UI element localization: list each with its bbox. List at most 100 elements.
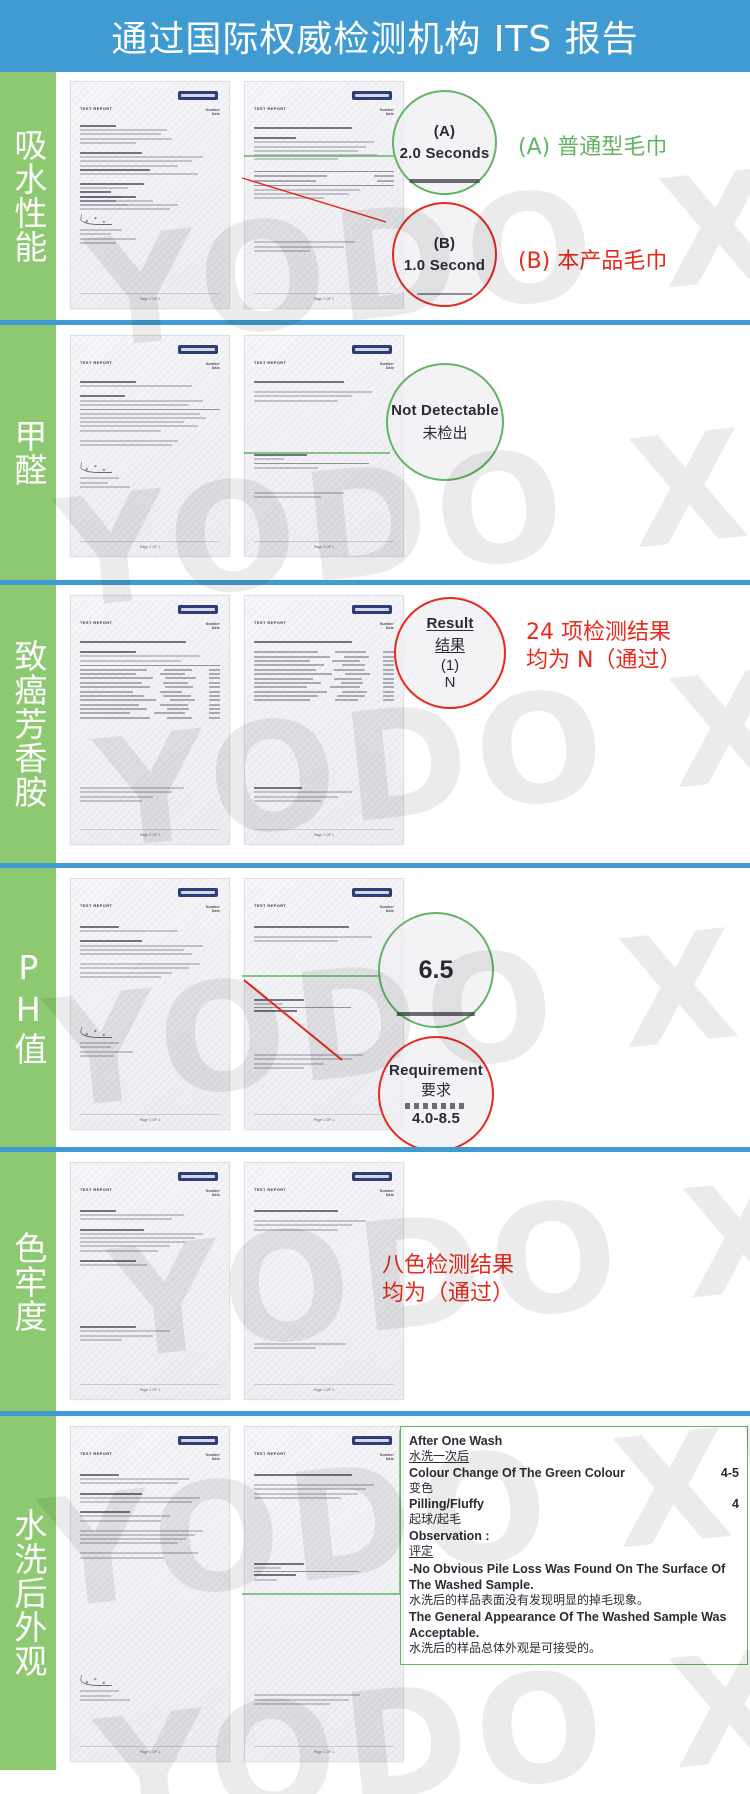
certification-infographic: 通过国际权威检测机构 ITS 报告 吸水性能 TEST REPORT Numbe… <box>0 0 750 1794</box>
document-number: Number Date <box>379 622 394 630</box>
callout-bubble-ph-requirement[interactable]: Requirement 要求 4.0-8.5 <box>378 1036 494 1147</box>
annotation-layer: Not Detectable 未检出 <box>56 325 750 580</box>
intertek-logo-icon <box>178 605 218 614</box>
wash-result-label-en: After One Wash <box>409 1434 503 1448</box>
sidebar-label: PH值 <box>8 947 48 1068</box>
bubble-label: (B) <box>433 235 456 252</box>
intertek-logo-icon <box>178 1172 218 1181</box>
document-page-number: Page 1 OF 1 <box>139 833 161 837</box>
sidebar-label: 吸水性能 <box>8 128 48 264</box>
bubble-value: 1.0 Second <box>403 257 486 274</box>
document-number: Number Date <box>205 622 220 630</box>
document-number: Number Date <box>205 1189 220 1197</box>
test-report-document[interactable]: TEST REPORT Number Date Page 1 OF 1 <box>70 595 230 845</box>
callout-bubble-b[interactable]: (B) 1.0 Second <box>392 202 497 307</box>
bubble-underbar <box>409 179 480 183</box>
wash-result-row: After One Wash <box>409 1433 739 1449</box>
wash-result-label-cn: 起球/起毛 <box>409 1512 462 1527</box>
intertek-logo-icon <box>352 1172 392 1181</box>
wash-result-label-en: Observation : <box>409 1528 490 1543</box>
sidebar-appearance-after-wash: 水洗后外观 <box>0 1416 56 1770</box>
wash-result-note-en: The General Appearance Of The Washed Sam… <box>409 1609 727 1640</box>
document-gallery: TEST REPORT Number Date Page 1 OF 1 TEST… <box>70 595 404 863</box>
bubble-value: 2.0 Seconds <box>399 145 490 162</box>
callout-bubble-not-detectable[interactable]: Not Detectable 未检出 <box>386 363 504 481</box>
page-header: 通过国际权威检测机构 ITS 报告 <box>0 0 750 72</box>
wash-result-label-cn: 评定 <box>409 1543 434 1558</box>
test-report-document[interactable]: TEST REPORT Number Date Page 1 OF 1 <box>244 1162 404 1400</box>
section-content: TEST REPORT Number Date Page 1 OF 1 TEST… <box>56 1416 750 1770</box>
wash-result-row: Pilling/Fluffy 4 <box>409 1496 739 1512</box>
sidebar-colour-fastness: 色牢度 <box>0 1152 56 1411</box>
bubble-label-cn: 未检出 <box>422 423 468 442</box>
section-ph-value: PH值 TEST REPORT Number Date Page 1 OF 1 … <box>0 863 750 1147</box>
section-appearance-after-wash: 水洗后外观 TEST REPORT Number Date Page 1 OF … <box>0 1411 750 1770</box>
bubble-label-cn: 要求 <box>420 1080 451 1099</box>
caption-eight-colours-pass: 八色检测结果 均为（通过） <box>382 1253 515 1306</box>
document-title: TEST REPORT <box>254 1187 287 1192</box>
annotation-layer: 6.5 Requirement 要求 4.0-8.5 <box>56 868 750 1147</box>
intertek-logo-icon <box>352 605 392 614</box>
document-page-number: Page 1 OF 1 <box>313 1388 335 1392</box>
test-report-document[interactable]: TEST REPORT Number Date Page 1 OF 1 <box>244 595 404 845</box>
section-content: TEST REPORT Number Date Page 1 OF 1 TEST… <box>56 1152 750 1411</box>
sidebar-label: 水洗后外观 <box>8 1508 48 1678</box>
bubble-value: 4.0-8.5 <box>411 1109 461 1127</box>
page-title: 通过国际权威检测机构 ITS 报告 <box>111 19 639 60</box>
document-gallery: TEST REPORT Number Date Page 1 OF 1 TEST… <box>70 1162 404 1411</box>
wash-result-label-en: Colour Change Of The Green Colour <box>409 1465 625 1480</box>
sidebar-water-absorption: 吸水性能 <box>0 72 56 320</box>
sidebar-ph-value: PH值 <box>0 868 56 1147</box>
wash-result-value: 4-5 <box>720 1465 739 1480</box>
callout-bubble-ph-measured[interactable]: 6.5 <box>378 912 494 1028</box>
section-carcinogenic-aromatic-amines: 致癌芳香胺 TEST REPORT Number Date Page 1 OF … <box>0 580 750 863</box>
callout-bubble-result[interactable]: Result 结果 (1) N <box>394 597 506 709</box>
section-formaldehyde: 甲醛 TEST REPORT Number Date Page 1 OF 1 T… <box>0 320 750 580</box>
wash-result-label-cn: 变色 <box>409 1480 434 1495</box>
bubble-underbar <box>416 293 473 295</box>
bubble-index: (1) <box>440 657 460 674</box>
test-report-document[interactable]: TEST REPORT Number Date Page 1 OF 1 <box>70 1162 230 1400</box>
annotation-layer: (A) 2.0 Seconds (B) 1.0 Second (A) 普通型毛巾… <box>56 72 750 320</box>
document-number: Number Date <box>379 1189 394 1197</box>
wash-result-note-cn: 水洗后的样品总体外观是可接受的。 <box>409 1640 602 1655</box>
wash-result-row: Colour Change Of The Green Colour 4-5 <box>409 1465 739 1481</box>
bubble-value: 6.5 <box>418 955 454 984</box>
callout-bubble-a[interactable]: (A) 2.0 Seconds <box>392 90 497 195</box>
wash-result-note: The General Appearance Of The Washed Sam… <box>409 1609 739 1641</box>
wash-result-note-en: -No Obvious Pile Loss Was Found On The S… <box>409 1562 726 1593</box>
document-title: TEST REPORT <box>80 1187 113 1192</box>
wash-result-label-cn: 水洗一次后 <box>409 1449 470 1463</box>
sidebar-label: 致癌芳香胺 <box>8 639 48 809</box>
bubble-label: (A) <box>433 123 456 140</box>
document-page-number: Page 1 OF 1 <box>313 833 335 837</box>
wash-result-row: Observation : <box>409 1528 739 1544</box>
document-page-number: Page 1 OF 1 <box>139 1388 161 1392</box>
sidebar-label: 甲醛 <box>8 418 48 487</box>
section-colour-fastness: 色牢度 TEST REPORT Number Date Page 1 OF 1 … <box>0 1147 750 1411</box>
wash-result-value: 4 <box>732 1497 739 1512</box>
annotation-layer: After One Wash 水洗一次后 Colour Change Of Th… <box>56 1416 750 1770</box>
section-content: TEST REPORT Number Date Page 1 OF 1 TEST… <box>56 585 750 863</box>
section-content: TEST REPORT Number Date Page 1 OF 1 TEST… <box>56 325 750 580</box>
wash-result-box: After One Wash 水洗一次后 Colour Change Of Th… <box>400 1426 748 1665</box>
sidebar-formaldehyde: 甲醛 <box>0 325 56 580</box>
bubble-value: N <box>444 674 456 691</box>
sidebar-label: 色牢度 <box>8 1230 48 1333</box>
section-content: TEST REPORT Number Date Page 1 OF 1 TEST… <box>56 868 750 1147</box>
document-title: TEST REPORT <box>254 620 287 625</box>
caption-ordinary-towel: (A) 普通型毛巾 <box>518 135 668 160</box>
wash-result-note: -No Obvious Pile Loss Was Found On The S… <box>409 1561 739 1593</box>
bubble-label: Requirement <box>389 1061 483 1079</box>
bubble-label: Result <box>426 615 474 632</box>
section-content: TEST REPORT Number Date Page 1 OF 1 TEST… <box>56 72 750 320</box>
caption-product-towel: (B) 本产品毛巾 <box>518 249 668 274</box>
bubble-label: Not Detectable <box>391 401 499 419</box>
wash-result-note-cn: 水洗后的样品表面没有发现明显的掉毛现象。 <box>409 1593 650 1608</box>
document-title: TEST REPORT <box>80 620 113 625</box>
section-water-absorption: 吸水性能 TEST REPORT Number Date Page 1 OF 1… <box>0 72 750 320</box>
wash-result-label-en: Pilling/Fluffy <box>409 1497 484 1512</box>
caption-24-items-pass: 24 项检测结果 均为 N（通过） <box>526 620 682 673</box>
bubble-label-cn: 结果 <box>434 636 465 654</box>
sidebar-carcinogenic-aromatic-amines: 致癌芳香胺 <box>0 585 56 863</box>
